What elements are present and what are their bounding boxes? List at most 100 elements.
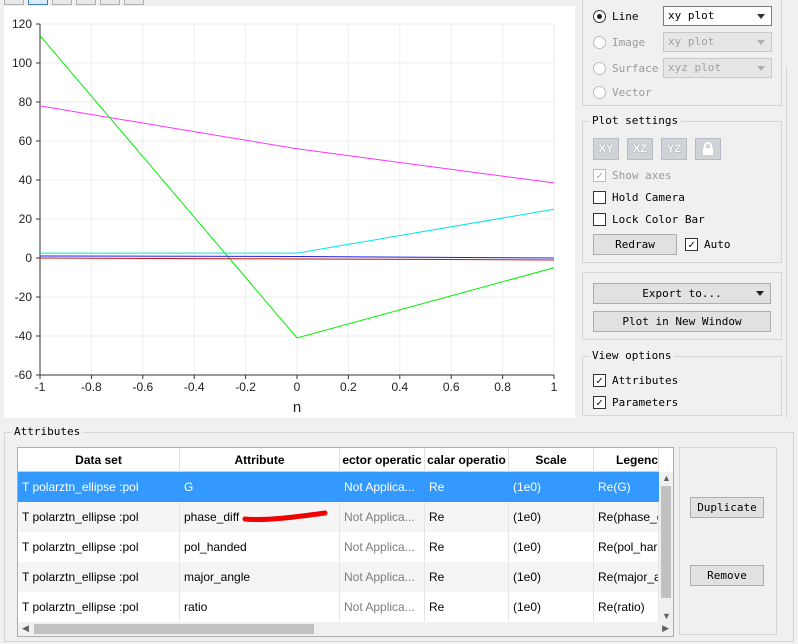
checkmark-icon[interactable]: ✓ bbox=[685, 237, 698, 251]
table-cell[interactable]: T polarztn_ellipse :pol bbox=[18, 592, 180, 622]
settings-icon[interactable] bbox=[124, 0, 144, 5]
lock-color-bar-checkbox[interactable]: Lock Color Bar bbox=[593, 210, 705, 228]
parameters-checkbox[interactable]: ✓ Parameters bbox=[593, 393, 678, 411]
column-header[interactable]: Legenc bbox=[594, 448, 659, 472]
table-cell[interactable]: Not Applica... bbox=[340, 592, 425, 622]
attributes-title: Attributes bbox=[11, 425, 84, 438]
pan-icon[interactable] bbox=[52, 0, 72, 5]
radio-vector[interactable]: Vector bbox=[593, 83, 652, 101]
table-cell[interactable]: ratio bbox=[180, 592, 340, 622]
checkbox-icon[interactable] bbox=[593, 212, 606, 226]
plot-type-group: Line xy plot Image xy plot Surface xyz p… bbox=[582, 0, 782, 106]
scroll-left-icon[interactable]: ◀ bbox=[22, 623, 29, 634]
table-cell[interactable]: Not Applica... bbox=[340, 532, 425, 562]
radio-image[interactable]: Image bbox=[593, 33, 645, 51]
x-tick-label: -0.2 bbox=[235, 380, 256, 394]
scroll-thumb[interactable] bbox=[661, 486, 671, 598]
table-row[interactable]: T polarztn_ellipse :pol phase_diff Not App… bbox=[18, 502, 659, 532]
column-header[interactable]: ector operatic bbox=[340, 448, 425, 472]
table-cell[interactable]: (1e0) bbox=[509, 532, 594, 562]
checkmark-icon: ✓ bbox=[593, 168, 606, 182]
view-yz-button[interactable]: YZ bbox=[661, 138, 687, 160]
table-cell[interactable]: Not Applica... bbox=[340, 562, 425, 592]
scroll-thumb[interactable] bbox=[34, 624, 314, 634]
scroll-down-icon[interactable]: ▼ bbox=[662, 611, 671, 621]
attributes-checkbox[interactable]: ✓ Attributes bbox=[593, 371, 678, 389]
table-cell[interactable]: Re bbox=[425, 502, 509, 532]
table-cell[interactable]: Not Applica... bbox=[340, 502, 425, 532]
x-tick-label: 0 bbox=[294, 380, 301, 394]
table-cell[interactable]: T polarztn_ellipse :pol bbox=[18, 532, 180, 562]
checkmark-icon[interactable]: ✓ bbox=[593, 373, 606, 387]
checkbox-icon[interactable] bbox=[593, 190, 606, 204]
table-cell[interactable]: Re(G) bbox=[594, 472, 659, 502]
table-cell[interactable]: major_angle bbox=[180, 562, 340, 592]
table-cell[interactable]: Re(phase_c bbox=[594, 502, 659, 532]
column-header[interactable]: Attribute bbox=[180, 448, 340, 472]
hold-camera-checkbox[interactable]: Hold Camera bbox=[593, 188, 685, 206]
x-tick-label: -0.6 bbox=[132, 380, 153, 394]
view-buttons: XY XZ YZ bbox=[593, 138, 733, 160]
table-cell[interactable]: Re(ratio) bbox=[594, 592, 659, 622]
table-cell[interactable]: Re(pol_har bbox=[594, 532, 659, 562]
rotate-icon[interactable] bbox=[76, 0, 96, 5]
export-to-button[interactable]: Export to... bbox=[593, 283, 771, 304]
table-cell[interactable]: Not Applica... bbox=[340, 472, 425, 502]
horizontal-scrollbar[interactable]: ◀ ▶ bbox=[18, 622, 673, 636]
attribute-actions: Duplicate Remove bbox=[679, 447, 777, 635]
duplicate-button[interactable]: Duplicate bbox=[690, 497, 764, 518]
table-cell[interactable]: (1e0) bbox=[509, 472, 594, 502]
x-tick-label: 0.6 bbox=[443, 380, 460, 394]
attributes-table[interactable]: Data set Attribute ector operatic calar … bbox=[17, 447, 674, 637]
y-tick-label: -40 bbox=[15, 329, 33, 343]
plot-settings-group: Plot settings XY XZ YZ ✓ Show axes Hold … bbox=[582, 114, 782, 263]
lock-icon[interactable] bbox=[695, 138, 721, 160]
table-cell[interactable]: Re bbox=[425, 472, 509, 502]
auto-checkbox[interactable]: ✓ Auto bbox=[685, 235, 731, 253]
splitter[interactable] bbox=[786, 66, 798, 418]
table-cell[interactable]: Re(major_a bbox=[594, 562, 659, 592]
table-cell[interactable]: (1e0) bbox=[509, 562, 594, 592]
redraw-button[interactable]: Redraw bbox=[593, 234, 677, 255]
table-row[interactable]: T polarztn_ellipse :pol ratio Not Applica.… bbox=[18, 592, 659, 622]
radio-surface[interactable]: Surface bbox=[593, 59, 658, 77]
table-cell[interactable]: pol_handed bbox=[180, 532, 340, 562]
table-cell[interactable]: T polarztn_ellipse :pol bbox=[18, 562, 180, 592]
radio-line[interactable]: Line bbox=[593, 7, 639, 25]
table-cell[interactable]: T polarztn_ellipse :pol bbox=[18, 472, 180, 502]
column-header[interactable]: Scale bbox=[509, 448, 594, 472]
x-tick-label: 1 bbox=[551, 380, 558, 394]
image-type-select: xy plot bbox=[663, 32, 772, 52]
line-type-select[interactable]: xy plot bbox=[663, 6, 772, 26]
y-tick-label: 100 bbox=[12, 56, 32, 70]
column-header[interactable]: Data set bbox=[18, 448, 180, 472]
table-cell[interactable]: G bbox=[180, 472, 340, 502]
home-icon[interactable] bbox=[4, 0, 24, 5]
checkmark-icon[interactable]: ✓ bbox=[593, 395, 606, 409]
view-xz-button[interactable]: XZ bbox=[627, 138, 653, 160]
vertical-scrollbar[interactable]: ▲ ▼ bbox=[659, 472, 673, 622]
table-cell[interactable]: Re bbox=[425, 532, 509, 562]
column-header[interactable]: calar operatio bbox=[425, 448, 509, 472]
table-cell[interactable]: (1e0) bbox=[509, 592, 594, 622]
remove-button[interactable]: Remove bbox=[690, 565, 764, 586]
plot-new-window-button[interactable]: Plot in New Window bbox=[593, 311, 771, 332]
scroll-up-icon[interactable]: ▲ bbox=[662, 473, 671, 483]
table-cell[interactable]: Re bbox=[425, 562, 509, 592]
scroll-right-icon[interactable]: ▶ bbox=[662, 623, 669, 634]
table-row[interactable]: T polarztn_ellipse :pol pol_handed Not App… bbox=[18, 532, 659, 562]
table-cell[interactable]: (1e0) bbox=[509, 502, 594, 532]
plot-area[interactable]: -1 -0.8 -0.6 -0.4 -0.2 0 0.2 0.4 0.6 0.8 1 120 100 80… bbox=[4, 6, 575, 418]
view-xy-button[interactable]: XY bbox=[593, 138, 619, 160]
plot-settings-title: Plot settings bbox=[589, 114, 682, 127]
table-cell[interactable]: Re bbox=[425, 592, 509, 622]
table-row[interactable]: T polarztn_ellipse :pol G Not Applica... Re… bbox=[18, 472, 659, 502]
radio-icon[interactable] bbox=[593, 9, 606, 23]
show-axes-checkbox[interactable]: ✓ Show axes bbox=[593, 166, 672, 184]
table-row[interactable]: T polarztn_ellipse :pol major_angle Not Ap… bbox=[18, 562, 659, 592]
table-cell[interactable]: T polarztn_ellipse :pol bbox=[18, 502, 180, 532]
radio-icon bbox=[593, 61, 606, 75]
zoom-icon[interactable] bbox=[28, 0, 48, 5]
chevron-down-icon bbox=[757, 66, 765, 71]
select-icon[interactable] bbox=[100, 0, 120, 5]
